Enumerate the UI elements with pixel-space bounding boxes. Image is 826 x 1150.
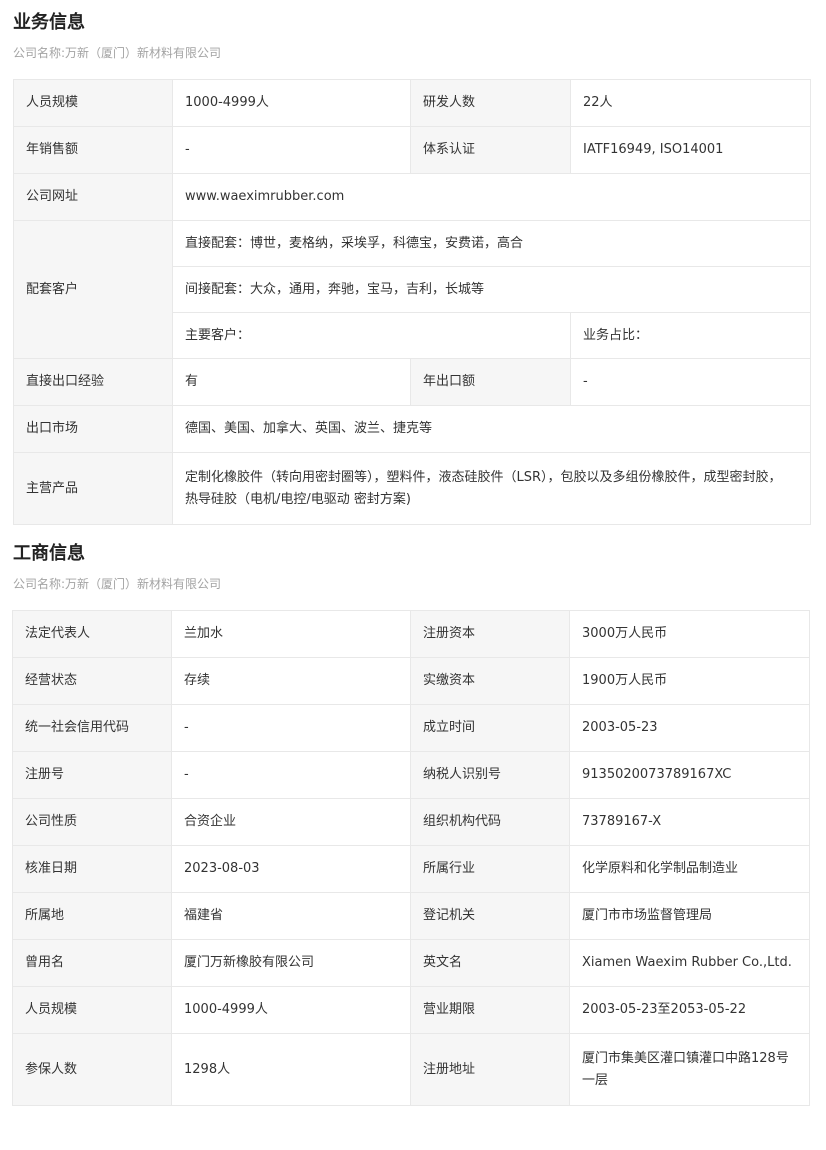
established-date-value: 2003-05-23 (569, 704, 810, 752)
taxpayer-id-value: 9135020073789167XC (569, 751, 810, 799)
registration-number-label: 注册号 (12, 751, 172, 799)
annual-export-value: - (570, 358, 811, 406)
main-products-line-1: 定制化橡胶件（转向用密封圈等），塑料件，液态硅胶件（LSR），包胶以及多组份橡胶… (185, 469, 782, 485)
business-term-value: 2003-05-23至2053-05-22 (569, 986, 810, 1034)
direct-customers: 直接配套：博世，麦格纳，采埃孚，科德宝，安费诺，高合 (172, 220, 811, 267)
main-products-line-2: 热导硅胶（电机/电控/电驱动 密封方案) (185, 491, 411, 507)
export-markets-label: 出口市场 (13, 405, 173, 453)
company-type-label: 公司性质 (12, 798, 172, 846)
table-row: 人员规模 1000-4999人 研发人数 22人 (13, 79, 811, 127)
insured-label: 参保人数 (12, 1033, 172, 1106)
operating-status-value: 存续 (171, 657, 411, 705)
main-products-value: 定制化橡胶件（转向用密封圈等），塑料件，液态硅胶件（LSR），包胶以及多组份橡胶… (172, 452, 811, 525)
website-value: www.waeximrubber.com (172, 173, 811, 221)
former-name-value: 厦门万新橡胶有限公司 (171, 939, 411, 987)
annual-sales-label: 年销售额 (13, 126, 173, 174)
customers-label: 配套客户 (13, 220, 173, 359)
org-code-value: 73789167-X (569, 798, 810, 846)
certification-label: 体系认证 (410, 126, 571, 174)
legal-rep-label: 法定代表人 (12, 610, 172, 658)
registration-authority-value: 厦门市市场监督管理局 (569, 892, 810, 940)
table-row: 经营状态 存续 实缴资本 1900万人民币 (12, 657, 810, 705)
annual-sales-value: - (172, 126, 411, 174)
export-experience-value: 有 (172, 358, 411, 406)
table-row: 配套客户 直接配套：博世，麦格纳，采埃孚，科德宝，安费诺，高合 (13, 220, 811, 359)
address-line-1: 厦门市集美区灌口镇灌口中路128号 (582, 1050, 789, 1066)
approval-date-value: 2023-08-03 (171, 845, 411, 893)
table-row: 公司性质 合资企业 组织机构代码 73789167-X (12, 798, 810, 846)
org-code-label: 组织机构代码 (410, 798, 570, 846)
indirect-customers: 间接配套：大众，通用，奔驰，宝马，吉利，长城等 (172, 266, 811, 313)
established-date-label: 成立时间 (410, 704, 570, 752)
table-row: 注册号 - 纳税人识别号 9135020073789167XC (12, 751, 810, 799)
paid-capital-label: 实缴资本 (410, 657, 570, 705)
paid-capital-value: 1900万人民币 (569, 657, 810, 705)
registration-company-name: 公司名称:万新（厦门）新材料有限公司 (13, 577, 222, 591)
business-info-table: 人员规模 1000-4999人 研发人数 22人 年销售额 - 体系认证 IAT… (13, 79, 811, 525)
registered-address-value: 厦门市集美区灌口镇灌口中路128号 一层 (569, 1033, 810, 1106)
table-row: 法定代表人 兰加水 注册资本 3000万人民币 (12, 610, 810, 658)
table-row: 主营产品 定制化橡胶件（转向用密封圈等），塑料件，液态硅胶件（LSR），包胶以及… (13, 452, 811, 525)
main-products-label: 主营产品 (13, 452, 173, 525)
credit-code-label: 统一社会信用代码 (12, 704, 172, 752)
operating-status-label: 经营状态 (12, 657, 172, 705)
business-company-name: 公司名称:万新（厦门）新材料有限公司 (13, 46, 222, 60)
registered-capital-label: 注册资本 (410, 610, 570, 658)
rd-staff-value: 22人 (570, 79, 811, 127)
industry-value: 化学原料和化学制品制造业 (569, 845, 810, 893)
rd-staff-label: 研发人数 (410, 79, 571, 127)
table-row: 所属地 福建省 登记机关 厦门市市场监督管理局 (12, 892, 810, 940)
registration-section-title: 工商信息 (13, 543, 85, 564)
website-label: 公司网址 (13, 173, 173, 221)
table-row: 年销售额 - 体系认证 IATF16949, ISO14001 (13, 126, 811, 174)
industry-label: 所属行业 (410, 845, 570, 893)
table-row: 曾用名 厦门万新橡胶有限公司 英文名 Xiamen Waexim Rubber … (12, 939, 810, 987)
registration-authority-label: 登记机关 (410, 892, 570, 940)
location-label: 所属地 (12, 892, 172, 940)
credit-code-value: - (171, 704, 411, 752)
table-row: 出口市场 德国、美国、加拿大、英国、波兰、捷克等 (13, 405, 811, 453)
approval-date-label: 核准日期 (12, 845, 172, 893)
table-row: 参保人数 1298人 注册地址 厦门市集美区灌口镇灌口中路128号 一层 (12, 1033, 810, 1106)
business-section-title: 业务信息 (13, 12, 85, 33)
main-customers: 主要客户： (172, 312, 571, 359)
table-row: 核准日期 2023-08-03 所属行业 化学原料和化学制品制造业 (12, 845, 810, 893)
address-line-2: 一层 (582, 1072, 609, 1088)
table-row: 统一社会信用代码 - 成立时间 2003-05-23 (12, 704, 810, 752)
registration-number-value: - (171, 751, 411, 799)
table-row: 公司网址 www.waeximrubber.com (13, 173, 811, 221)
business-share: 业务占比： (570, 312, 811, 359)
location-value: 福建省 (171, 892, 411, 940)
certification-value: IATF16949, ISO14001 (570, 126, 811, 174)
table-row: 人员规模 1000-4999人 营业期限 2003-05-23至2053-05-… (12, 986, 810, 1034)
staff-size-label: 人员规模 (13, 79, 173, 127)
registered-capital-value: 3000万人民币 (569, 610, 810, 658)
reg-staff-size-value: 1000-4999人 (171, 986, 411, 1034)
registration-info-table: 法定代表人 兰加水 注册资本 3000万人民币 经营状态 存续 实缴资本 190… (12, 610, 810, 1106)
export-markets-value: 德国、美国、加拿大、英国、波兰、捷克等 (172, 405, 811, 453)
former-name-label: 曾用名 (12, 939, 172, 987)
reg-staff-size-label: 人员规模 (12, 986, 172, 1034)
staff-size-value: 1000-4999人 (172, 79, 411, 127)
english-name-label: 英文名 (410, 939, 570, 987)
business-term-label: 营业期限 (410, 986, 570, 1034)
insured-value: 1298人 (171, 1033, 411, 1106)
taxpayer-id-label: 纳税人识别号 (410, 751, 570, 799)
export-experience-label: 直接出口经验 (13, 358, 173, 406)
company-type-value: 合资企业 (171, 798, 411, 846)
table-row: 直接出口经验 有 年出口额 - (13, 358, 811, 406)
annual-export-label: 年出口额 (410, 358, 571, 406)
english-name-value: Xiamen Waexim Rubber Co.,Ltd. (569, 939, 810, 987)
legal-rep-value: 兰加水 (171, 610, 411, 658)
registered-address-label: 注册地址 (410, 1033, 570, 1106)
